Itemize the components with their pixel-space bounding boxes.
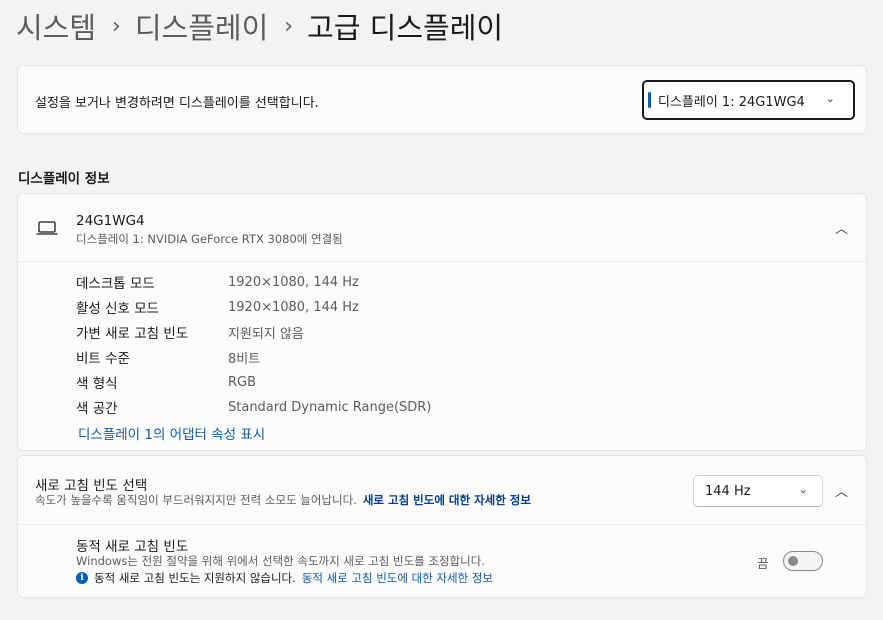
dynamic-refresh-info-link[interactable]: 동적 새로 고침 빈도에 대한 자세한 정보 [302,570,493,586]
display-select-description: 설정을 보거나 변경하려면 디스플레이를 선택합니다. [35,96,319,111]
refresh-rate-description: 속도가 높을수록 움직임이 부드러워지지만 전력 소모도 늘어납니다. [35,493,357,507]
breadcrumb-item-system[interactable]: 시스템 [16,5,96,47]
dropdown-accent-bar [648,92,651,108]
display-info-card: 24G1WG4 디스플레이 1: NVIDIA GeForce RTX 3080… [17,193,867,451]
refresh-rate-value: 144 Hz [705,483,751,499]
refresh-rate-info-link[interactable]: 새로 고침 빈도에 대한 자세한 정보 [363,493,531,507]
info-row-bit-depth: 비트 수준 8비트 [76,346,260,368]
refresh-rate-dropdown[interactable]: 144 Hz ⌄ [693,475,823,507]
info-row-color-format: 색 형식 RGB [76,371,256,393]
device-name: 24G1WG4 [76,213,145,229]
dynamic-refresh-subtitle: Windows는 전원 절약을 위해 위에서 선택한 속도까지 새로 고침 빈도… [76,554,485,568]
refresh-rate-title: 새로 고침 빈도 선택 [35,478,148,494]
chevron-up-icon[interactable]: ︿ [835,481,848,500]
info-value: 지원되지 않음 [228,326,304,342]
chevron-down-icon: ⌄ [825,92,835,105]
display-info-header: 디스플레이 정보 [18,171,110,187]
breadcrumb-separator: › [112,13,121,39]
info-row-active-signal-mode: 활성 신호 모드 1920×1080, 144 Hz [76,296,359,318]
toggle-state-label: 끔 [757,556,769,571]
info-label: 활성 신호 모드 [76,301,160,317]
refresh-rate-card: 새로 고침 빈도 선택 속도가 높을수록 움직임이 부드러워지지만 전력 소모도… [17,455,867,598]
info-value: 1920×1080, 144 Hz [228,299,359,315]
info-row-desktop-mode: 데스크톱 모드 1920×1080, 144 Hz [76,271,359,293]
dynamic-refresh-title: 동적 새로 고침 빈도 [76,539,189,555]
info-label: 가변 새로 고침 빈도 [76,326,189,342]
chevron-up-icon[interactable]: ︿ [835,218,848,237]
refresh-rate-expander-header: 새로 고침 빈도 선택 속도가 높을수록 움직임이 부드러워지지만 전력 소모도… [18,456,866,525]
info-label: 비트 수준 [76,351,130,367]
display-select-card: 설정을 보거나 변경하려면 디스플레이를 선택합니다. 디스플레이 1: 24G… [17,65,867,134]
info-label: 데스크톱 모드 [76,276,155,292]
breadcrumb-item-display[interactable]: 디스플레이 [135,5,268,47]
device-connection: 디스플레이 1: NVIDIA GeForce RTX 3080에 연결됨 [76,232,343,246]
dynamic-refresh-toggle[interactable] [783,551,823,571]
info-row-color-space: 색 공간 Standard Dynamic Range(SDR) [76,396,431,418]
display-select-dropdown[interactable]: 디스플레이 1: 24G1WG4 ⌄ [642,80,855,120]
refresh-rate-subtitle: 속도가 높을수록 움직임이 부드러워지지만 전력 소모도 늘어납니다. 새로 고침… [35,492,531,508]
info-label: 색 형식 [76,376,118,392]
breadcrumb: 시스템 › 디스플레이 › 고급 디스플레이 [16,4,503,48]
info-value: 1920×1080, 144 Hz [228,274,359,290]
info-row-variable-refresh: 가변 새로 고침 빈도 지원되지 않음 [76,321,304,343]
display-select-value: 디스플레이 1: 24G1WG4 [658,94,805,110]
info-icon: i [76,572,88,584]
page-title: 고급 디스플레이 [307,11,504,45]
adapter-properties-link[interactable]: 디스플레이 1의 어댑터 속성 표시 [78,423,265,443]
info-value: RGB [228,374,257,390]
info-value: 8비트 [228,351,261,367]
info-label: 색 공간 [76,401,118,417]
breadcrumb-separator: › [284,13,294,39]
dynamic-refresh-note: i 동적 새로 고침 빈도는 지원하지 않습니다. 동적 새로 고침 빈도에 대… [76,570,493,586]
info-value: Standard Dynamic Range(SDR) [228,399,432,415]
display-info-expander-header[interactable]: 24G1WG4 디스플레이 1: NVIDIA GeForce RTX 3080… [18,194,866,262]
laptop-icon [36,221,58,235]
toggle-knob [788,556,798,566]
dynamic-refresh-note-text: 동적 새로 고침 빈도는 지원하지 않습니다. [94,571,296,585]
chevron-down-icon: ⌄ [798,483,808,496]
